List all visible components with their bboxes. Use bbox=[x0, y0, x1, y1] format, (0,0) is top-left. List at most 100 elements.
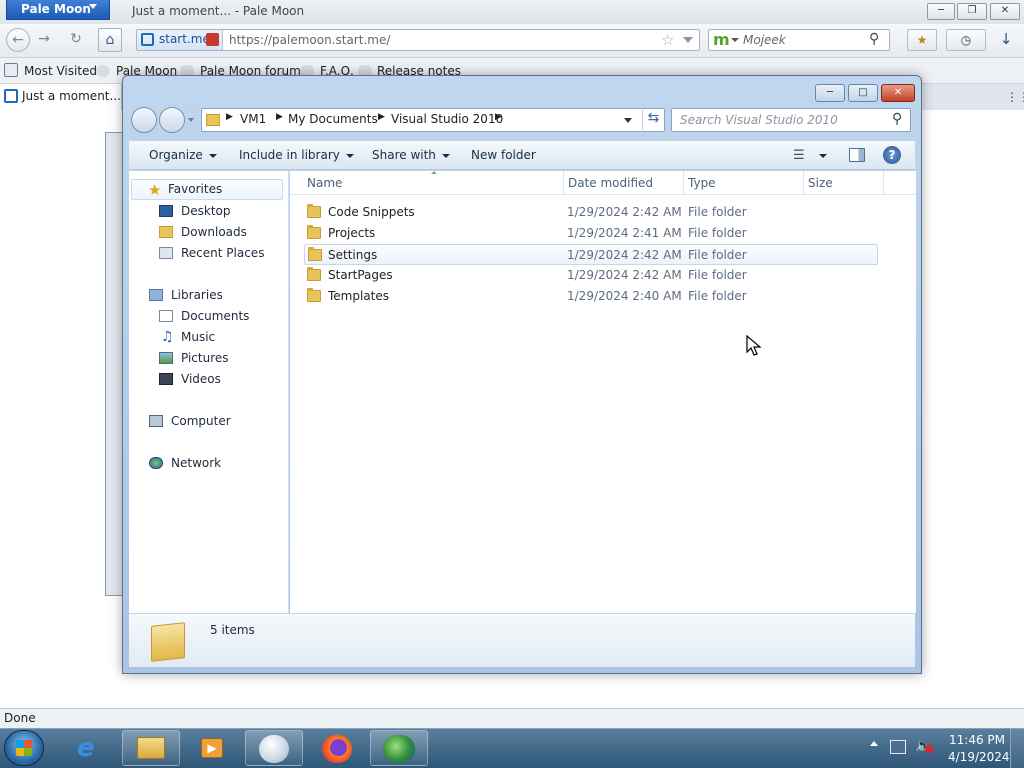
taskbar-explorer[interactable] bbox=[122, 730, 180, 766]
star-icon: ★ bbox=[148, 181, 162, 199]
tab-active[interactable]: Just a moment... bbox=[0, 84, 122, 110]
site-identity[interactable]: start.me bbox=[137, 30, 223, 50]
history-button[interactable]: ◷ bbox=[946, 29, 986, 51]
bookmark-most-visited[interactable]: Most Visited bbox=[24, 64, 97, 78]
column-date-modified[interactable]: Date modified bbox=[568, 176, 653, 190]
taskbar-pale-moon[interactable] bbox=[245, 730, 303, 766]
taskbar-download-manager[interactable] bbox=[370, 730, 428, 766]
table-row[interactable]: Templates 1/29/2024 2:40 AM File folder bbox=[304, 286, 878, 307]
reload-button[interactable]: ↻ bbox=[64, 28, 88, 52]
breadcrumb-vm1[interactable]: VM1 bbox=[240, 112, 266, 126]
clock-icon: ◷ bbox=[960, 33, 972, 47]
column-size[interactable]: Size bbox=[808, 176, 833, 190]
back-button[interactable]: ← bbox=[6, 28, 30, 52]
explorer-minimize-button[interactable]: ─ bbox=[815, 84, 845, 102]
explorer-back-button[interactable] bbox=[131, 107, 157, 133]
documents-icon bbox=[159, 310, 173, 322]
address-dropdown-icon[interactable] bbox=[624, 118, 632, 123]
clock-date[interactable]: 4/19/2024 bbox=[948, 750, 1010, 764]
pale-moon-menu-button[interactable]: Pale Moon bbox=[6, 0, 110, 20]
breadcrumb-visual-studio-2010[interactable]: Visual Studio 2010 bbox=[391, 112, 503, 126]
start-button[interactable] bbox=[4, 730, 44, 766]
taskbar-internet-explorer[interactable]: e bbox=[62, 730, 118, 766]
file-name: Settings bbox=[328, 248, 378, 262]
search-icon[interactable]: ⚲ bbox=[892, 111, 902, 127]
nav-documents[interactable]: Documents bbox=[159, 306, 283, 327]
bookmark-star-outline-icon[interactable]: ☆ bbox=[661, 31, 674, 49]
search-engine-dropdown-icon[interactable] bbox=[731, 38, 739, 42]
nav-favorites[interactable]: ★ Favorites bbox=[131, 179, 283, 200]
url-text: https://palemoon.start.me/ bbox=[229, 33, 391, 47]
videos-icon bbox=[159, 373, 173, 385]
column-divider[interactable] bbox=[883, 171, 884, 195]
nav-music[interactable]: ♫ Music bbox=[159, 327, 283, 348]
view-dropdown-icon[interactable] bbox=[819, 154, 827, 158]
column-type[interactable]: Type bbox=[688, 176, 716, 190]
bookmark-star-icon: ★ bbox=[916, 33, 928, 47]
show-hidden-icons-icon[interactable] bbox=[870, 741, 878, 746]
url-dropdown-icon[interactable] bbox=[683, 37, 693, 43]
minimize-button[interactable]: ─ bbox=[927, 3, 955, 20]
column-divider[interactable] bbox=[803, 171, 804, 195]
recent-places-icon bbox=[159, 247, 173, 259]
forward-button[interactable]: → bbox=[32, 28, 56, 52]
column-divider[interactable] bbox=[683, 171, 684, 195]
downloads-button[interactable]: ↓ bbox=[994, 29, 1018, 51]
explorer-close-button[interactable]: ✕ bbox=[881, 84, 915, 102]
search-icon[interactable]: ⚲ bbox=[869, 31, 879, 47]
restore-button[interactable]: ❐ bbox=[957, 3, 987, 20]
nav-downloads[interactable]: Downloads bbox=[159, 222, 283, 243]
clock-time[interactable]: 11:46 PM bbox=[949, 733, 1005, 747]
blocked-icon bbox=[206, 33, 219, 46]
help-icon[interactable]: ? bbox=[883, 146, 901, 164]
organize-button[interactable]: Organize bbox=[149, 148, 217, 162]
explorer-maximize-button[interactable]: □ bbox=[848, 84, 878, 102]
details-pane: 5 items bbox=[129, 613, 915, 667]
nav-computer[interactable]: Computer bbox=[149, 411, 283, 432]
nav-network[interactable]: Network bbox=[149, 453, 283, 474]
close-button[interactable]: ✕ bbox=[990, 3, 1020, 20]
table-row[interactable]: Code Snippets 1/29/2024 2:42 AM File fol… bbox=[304, 202, 878, 223]
show-desktop-button[interactable] bbox=[1010, 728, 1024, 768]
new-folder-button[interactable]: New folder bbox=[471, 148, 536, 162]
most-visited-icon bbox=[4, 63, 18, 77]
mute-badge-icon bbox=[925, 745, 933, 753]
search-bar[interactable]: m Mojeek ⚲ bbox=[708, 29, 890, 51]
taskbar-media-player[interactable]: ▶ bbox=[184, 730, 240, 766]
restore-icon: ❐ bbox=[967, 5, 977, 16]
tab-list-icon[interactable]: ⋮⋮ bbox=[1006, 90, 1024, 104]
download-arrow-icon: ↓ bbox=[999, 30, 1013, 48]
folder-search-box[interactable]: Search Visual Studio 2010 ⚲ bbox=[671, 108, 911, 132]
mojeek-icon[interactable]: m bbox=[713, 30, 730, 49]
maximize-icon: □ bbox=[858, 87, 868, 98]
site-identity-label: start.me bbox=[159, 32, 210, 46]
address-bar[interactable]: ▶ VM1 ▶ My Documents ▶ Visual Studio 201… bbox=[201, 108, 665, 132]
url-bar[interactable]: start.me https://palemoon.start.me/ ☆ bbox=[136, 29, 700, 51]
table-row[interactable]: Projects 1/29/2024 2:41 AM File folder bbox=[304, 223, 878, 244]
preview-pane-icon[interactable] bbox=[849, 148, 865, 162]
nav-videos[interactable]: Videos bbox=[159, 369, 283, 390]
table-row[interactable]: StartPages 1/29/2024 2:42 AM File folder bbox=[304, 265, 878, 286]
nav-desktop[interactable]: Desktop bbox=[159, 201, 283, 222]
nav-pictures[interactable]: Pictures bbox=[159, 348, 283, 369]
change-view-icon[interactable]: ☰ bbox=[793, 148, 805, 163]
file-date: 1/29/2024 2:42 AM bbox=[567, 248, 682, 262]
bookmarks-menu-button[interactable]: ★ bbox=[907, 29, 937, 51]
table-row-selected[interactable]: Settings 1/29/2024 2:42 AM File folder bbox=[304, 244, 878, 265]
explorer-folder-icon bbox=[137, 737, 165, 759]
column-divider[interactable] bbox=[563, 171, 564, 195]
home-button[interactable]: ⌂ bbox=[98, 28, 122, 52]
nav-libraries[interactable]: Libraries bbox=[149, 285, 283, 306]
network-tray-icon[interactable] bbox=[890, 740, 906, 754]
taskbar-firefox[interactable] bbox=[308, 730, 364, 766]
explorer-forward-button[interactable] bbox=[159, 107, 185, 133]
column-name[interactable]: Name bbox=[307, 176, 342, 190]
include-in-library-button[interactable]: Include in library bbox=[239, 148, 354, 162]
share-with-button[interactable]: Share with bbox=[372, 148, 450, 162]
recent-pages-dropdown-icon[interactable] bbox=[188, 118, 194, 122]
refresh-icon[interactable]: ⇆ bbox=[642, 110, 664, 130]
close-icon: ✕ bbox=[1000, 5, 1010, 16]
breadcrumb-my-documents[interactable]: My Documents bbox=[288, 112, 378, 126]
back-arrow-icon: ← bbox=[12, 32, 24, 48]
nav-recent-places[interactable]: Recent Places bbox=[159, 243, 283, 264]
